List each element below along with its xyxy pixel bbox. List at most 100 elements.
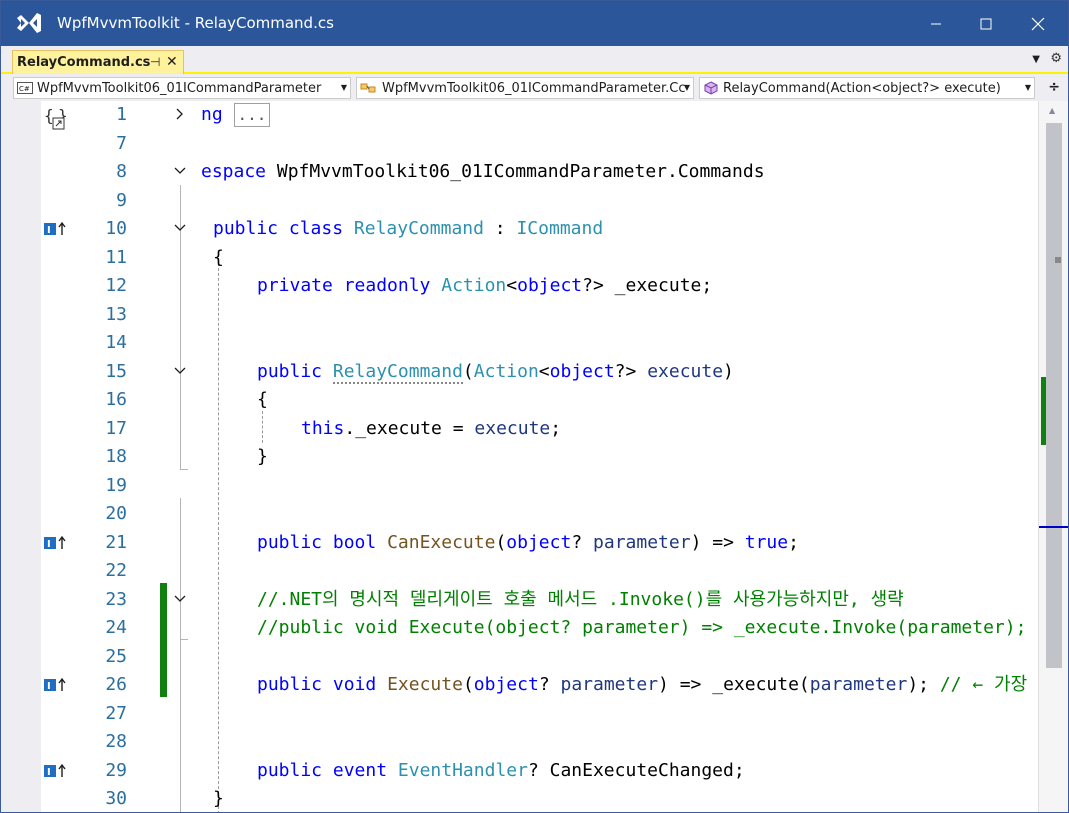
code-line: 18 } (1, 443, 1037, 472)
code-line: 13 (1, 301, 1037, 330)
code-text: ng ... (201, 101, 271, 129)
scrollbar-thumb[interactable] (1046, 123, 1062, 668)
scroll-up-icon[interactable]: ▲ (1049, 106, 1055, 115)
code-line: 24 //public void Execute(object? paramet… (1, 614, 1037, 643)
code-line: 15 public RelayCommand(Action<object?> e… (1, 358, 1037, 387)
code-line: I 29 public event EventHandler? CanExecu… (1, 757, 1037, 786)
type-dropdown-label: WpfMvvmToolkit06_01ICommandParameter.Cc (382, 80, 686, 96)
line-number: 28 (105, 731, 127, 752)
svg-text:I: I (47, 225, 51, 236)
code-line: 27 (1, 700, 1037, 729)
code-text: public event EventHandler? CanExecuteCha… (257, 759, 745, 781)
line-number: 18 (105, 446, 127, 467)
split-editor-icon[interactable]: ÷ (1048, 79, 1060, 95)
code-text: public class RelayCommand : ICommand (213, 218, 604, 239)
line-number: 13 (105, 303, 127, 325)
window-title: WpfMvvmToolkit - RelayCommand.cs (57, 14, 334, 32)
line-number: 7 (116, 132, 127, 154)
expand-chevron-icon[interactable] (173, 107, 187, 121)
line-number: 19 (105, 474, 127, 496)
code-line: 25 (1, 643, 1037, 672)
code-line: 20 (1, 500, 1037, 529)
code-line: 30 } (1, 785, 1037, 812)
close-icon (1031, 17, 1045, 30)
line-number: 15 (105, 360, 127, 382)
line-number: 1 (116, 104, 127, 125)
navigation-bar: C# WpfMvvmToolkit06_01ICommandParameter … (1, 74, 1068, 101)
code-line: 11 { (1, 244, 1037, 273)
scrollbar-caret-marker (1055, 257, 1061, 263)
code-line: 23 //.NET의 명시적 델리게이트 호출 메서드 .Invoke()를 사… (1, 586, 1037, 615)
minimize-icon (931, 23, 941, 24)
vertical-scrollbar[interactable]: ▲ (1038, 101, 1068, 812)
code-comment: //.NET의 명시적 델리게이트 호출 메서드 .Invoke()를 사용가능… (257, 588, 904, 610)
code-text: public RelayCommand(Action<object?> exec… (257, 360, 734, 384)
collapse-chevron-icon[interactable] (173, 221, 187, 235)
code-line: 22 (1, 557, 1037, 586)
pin-icon[interactable]: ⊣ (150, 55, 160, 69)
collapsed-code-box[interactable]: ... (233, 103, 271, 127)
line-number: 9 (116, 189, 127, 211)
code-line: 19 (1, 472, 1037, 501)
code-line: 14 (1, 329, 1037, 358)
code-text: public void Execute(object? parameter) =… (257, 674, 1028, 695)
tab-relaycommand[interactable]: RelayCommand.cs ⊣ ✕ (12, 50, 184, 74)
line-number: 29 (105, 759, 127, 781)
title-bar: WpfMvvmToolkit - RelayCommand.cs (1, 1, 1068, 46)
tab-label: RelayCommand.cs (17, 55, 151, 70)
code-line: I 10 public class RelayCommand : IComman… (1, 215, 1037, 244)
code-line: 17 this._execute = execute; (1, 415, 1037, 444)
code-line: 28 (1, 728, 1037, 757)
type-dropdown[interactable]: WpfMvvmToolkit06_01ICommandParameter.Cc … (356, 77, 694, 99)
line-number: 27 (105, 702, 127, 724)
method-icon (703, 81, 719, 95)
code-line: 1 ng ... (1, 101, 1037, 130)
code-line: I 26 public void Execute(object? paramet… (1, 671, 1037, 700)
code-text: espace WpfMvvmToolkit06_01ICommandParame… (201, 161, 765, 182)
svg-text:I: I (47, 539, 51, 550)
line-number: 17 (105, 417, 127, 439)
code-text: private readonly Action<object?> _execut… (257, 275, 713, 296)
code-line: 12 private readonly Action<object?> _exe… (1, 272, 1037, 301)
maximize-button[interactable] (961, 1, 1011, 46)
visual-studio-logo-icon[interactable] (15, 10, 43, 36)
minimize-button[interactable] (911, 1, 961, 46)
line-number: 8 (116, 161, 127, 182)
line-number: 26 (105, 674, 127, 695)
code-comment: //public void Execute(object? parameter)… (257, 617, 1027, 638)
code-line: 9 (1, 187, 1037, 216)
code-text: this._execute = execute; (301, 417, 562, 439)
ide-window: WpfMvvmToolkit - RelayCommand.cs RelayCo… (0, 0, 1069, 813)
line-number: 30 (105, 788, 127, 809)
collapse-chevron-icon[interactable] (173, 592, 187, 606)
code-line: 16 { (1, 386, 1037, 415)
line-number: 14 (105, 332, 127, 353)
project-dropdown[interactable]: C# WpfMvvmToolkit06_01ICommandParameter … (13, 77, 351, 99)
line-number: 24 (105, 617, 127, 638)
chevron-down-icon: ▼ (1024, 83, 1031, 92)
close-window-button[interactable] (1013, 1, 1063, 46)
line-number: 21 (105, 531, 127, 553)
collapse-chevron-icon[interactable] (173, 364, 187, 378)
code-line: 7 (1, 130, 1037, 159)
line-number: 22 (105, 560, 127, 581)
gear-icon[interactable]: ⚙ (1050, 51, 1062, 66)
chevron-down-icon: ▼ (340, 83, 347, 92)
document-tab-strip: RelayCommand.cs ⊣ ✕ ▼ ⚙ (1, 46, 1068, 74)
code-text: { (257, 389, 268, 410)
tab-overflow-icon[interactable]: ▼ (1032, 54, 1040, 65)
line-number: 12 (105, 275, 127, 296)
svg-text:I: I (47, 767, 51, 778)
code-editor[interactable]: { } 1 ng ... 7 8 espace WpfMvvmToolkit06… (1, 101, 1068, 812)
code-line: I 21 public bool CanExecute(object? para… (1, 529, 1037, 558)
close-tab-icon[interactable]: ✕ (166, 54, 178, 70)
member-dropdown[interactable]: RelayCommand(Action<object?> execute) ▼ (699, 77, 1035, 99)
line-number: 25 (105, 645, 127, 667)
line-number: 11 (105, 246, 127, 268)
line-number: 23 (105, 588, 127, 610)
collapse-chevron-icon[interactable] (173, 164, 187, 178)
project-dropdown-label: WpfMvvmToolkit06_01ICommandParameter (37, 80, 322, 96)
line-number: 16 (105, 389, 127, 410)
code-text: public bool CanExecute(object? parameter… (257, 531, 799, 553)
line-number: 20 (105, 503, 127, 524)
